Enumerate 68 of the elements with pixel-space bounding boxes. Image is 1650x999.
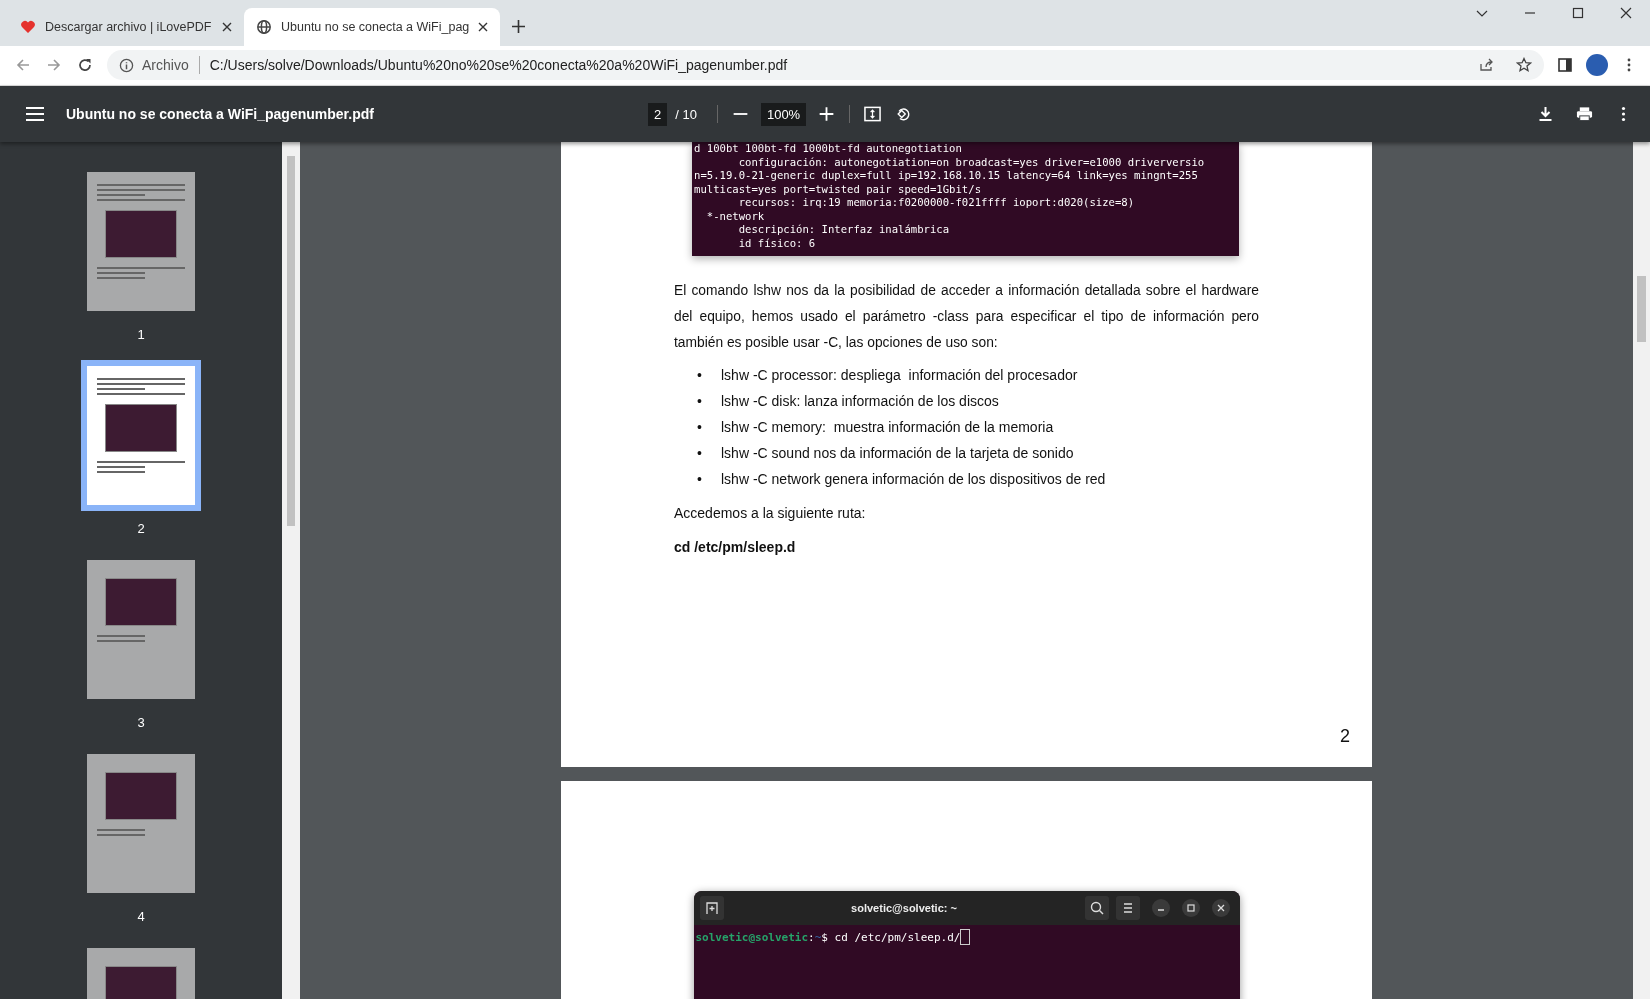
menu-icon xyxy=(1115,896,1140,920)
search-icon xyxy=(1084,896,1109,920)
bullet-marker: • xyxy=(697,392,703,411)
tab-title: Descargar archivo | iLovePDF xyxy=(45,20,213,34)
info-icon xyxy=(119,57,134,73)
fit-page-icon[interactable] xyxy=(864,106,882,122)
download-icon[interactable] xyxy=(1537,106,1554,122)
terminal-line: recursos: irq:19 memoria:f0200000-f021ffff ioport:d020(size=8) xyxy=(737,196,1136,210)
profile-avatar[interactable] xyxy=(1586,54,1608,76)
maximize-icon xyxy=(1181,899,1200,917)
side-panel-icon[interactable] xyxy=(1557,57,1573,73)
reload-icon[interactable] xyxy=(77,57,93,73)
paragraph: El comando lshw nos da la posibilidad de acceder a información detallada sobre el hardware del equipo, hemos usado el parámetro -class para especificar el tipo de información pero también es posible usar -C, las opciones de uso son: xyxy=(674,282,1259,352)
menu-icon[interactable] xyxy=(26,107,44,121)
page-number-label: 2 xyxy=(137,521,145,536)
terminal-line: d 100bt 100bt-fd 1000bt-fd autonegotiation xyxy=(694,142,963,156)
terminal-line: multicast=yes port=twisted pair speed=1Gbit/s xyxy=(694,182,982,196)
address-bar[interactable]: Archivo C:/Users/solve/Downloads/Ubuntu%20no%20se%20conecta%20a%20WiFi_pagenumber.pdf xyxy=(107,50,1544,80)
terminal-title: solvetic@solvetic: ~ xyxy=(850,902,958,914)
close-icon[interactable] xyxy=(1620,7,1632,19)
new-tab-icon xyxy=(699,896,724,920)
globe-icon xyxy=(256,19,272,35)
new-tab-icon[interactable] xyxy=(512,20,526,33)
bullet-item: lshw -C network genera información de los dispositivos de red xyxy=(721,470,1106,489)
close-icon[interactable] xyxy=(222,22,232,32)
page-thumbnail[interactable] xyxy=(81,360,201,511)
terminal-prompt: solvetic@solvetic:~$ cd /etc/pm/sleep.d/ xyxy=(695,929,1238,945)
page-number-field[interactable]: 2 xyxy=(648,102,668,126)
minimize-icon xyxy=(1151,899,1170,917)
page-number-label: 4 xyxy=(137,909,145,924)
scrollbar[interactable] xyxy=(1633,142,1650,999)
zoom-field[interactable]: 100% xyxy=(760,102,807,126)
maximize-icon[interactable] xyxy=(1572,7,1584,19)
bullet-item: lshw -C disk: lanza información de los discos xyxy=(721,392,999,411)
browser-tab[interactable]: Descargar archivo | iLovePDF xyxy=(8,8,244,46)
bullet-item: lshw -C sound nos da información de la tarjeta de sonido xyxy=(721,444,1074,463)
terminal-line: configuración: autonegotiation=on broadcast=yes driver=e1000 driverversio xyxy=(737,155,1206,169)
terminal-line: n=5.19.0-21-generic duplex=full ip=192.168.10.15 latency=64 link=yes mingnt=255 xyxy=(694,169,1199,183)
browser-tab[interactable]: Ubuntu no se conecta a WiFi_pag xyxy=(244,8,501,46)
page-number: 2 xyxy=(1340,726,1350,747)
page-number-label: 1 xyxy=(137,327,145,342)
bullet-marker: • xyxy=(697,444,703,463)
security-label: Archivo xyxy=(142,57,189,73)
document-title: Ubuntu no se conecta a WiFi_pagenumber.pdf xyxy=(66,106,375,122)
close-icon xyxy=(1211,899,1230,917)
close-icon[interactable] xyxy=(478,22,489,32)
bullet-item: lshw -C processor: despliega información del procesador xyxy=(721,366,1078,385)
command-text: cd /etc/pm/sleep.d xyxy=(674,538,797,557)
bullet-marker: • xyxy=(697,366,703,385)
page-number-label: 3 xyxy=(137,715,145,730)
tab-title: Ubuntu no se conecta a WiFi_pag xyxy=(281,20,470,34)
page-total: / 10 xyxy=(675,106,697,122)
bullet-item: lshw -C memory: muestra información de la memoria xyxy=(721,418,1054,437)
terminal-line: descripción: Interfaz inalámbrica xyxy=(737,223,951,237)
back-arrow-icon[interactable] xyxy=(15,57,31,73)
terminal-line: id físico: 6 xyxy=(737,236,817,250)
star-icon[interactable] xyxy=(1516,57,1532,73)
print-icon[interactable] xyxy=(1576,106,1593,122)
scrollbar[interactable] xyxy=(282,142,300,999)
url-text: C:/Users/solve/Downloads/Ubuntu%20no%20se%20conecta%20a%20WiFi_pagenumber.pdf xyxy=(209,57,788,73)
terminal-line: *-network xyxy=(705,209,766,223)
share-icon[interactable] xyxy=(1478,57,1494,73)
heart-icon xyxy=(20,19,36,35)
forward-arrow-icon[interactable] xyxy=(46,57,62,73)
bullet-marker: • xyxy=(697,418,703,437)
bullet-marker: • xyxy=(697,470,703,489)
zoom-in-icon[interactable] xyxy=(818,106,836,122)
paragraph: Accedemos a la siguiente ruta: xyxy=(674,504,867,523)
